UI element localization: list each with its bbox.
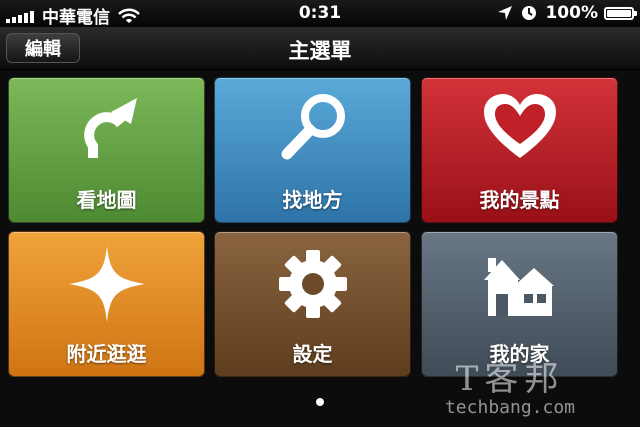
gear-icon	[215, 246, 410, 318]
tile-view-map[interactable]: 看地圖	[8, 77, 205, 223]
tile-settings[interactable]: 設定	[214, 231, 411, 377]
nav-bar: 編輯 主選單	[0, 27, 640, 70]
tile-label: 設定	[292, 342, 333, 366]
battery-fill	[607, 9, 631, 17]
compass-star-icon	[9, 246, 204, 322]
tile-label: 看地圖	[76, 188, 137, 212]
battery-icon	[604, 6, 637, 20]
status-bar: 中華電信 0:31 100%	[0, 0, 640, 28]
location-arrow-icon	[498, 6, 513, 20]
house-icon	[422, 246, 617, 318]
page-indicator-dot	[316, 398, 324, 406]
battery-percent: 100%	[545, 3, 598, 23]
tile-my-places[interactable]: 我的景點	[421, 77, 618, 223]
heart-icon	[422, 92, 617, 164]
tile-my-home[interactable]: 我的家	[421, 231, 618, 377]
tile-label: 找地方	[282, 188, 343, 212]
magnifier-icon	[215, 92, 410, 164]
tile-label: 附近逛逛	[66, 342, 147, 366]
tile-nearby[interactable]: 附近逛逛	[8, 231, 205, 377]
tile-label: 我的景點	[479, 188, 560, 212]
status-right: 100%	[497, 3, 637, 23]
page-title: 主選單	[288, 39, 352, 63]
watermark: T客邦 techbang.com	[410, 360, 610, 418]
watermark-english: techbang.com	[444, 397, 576, 418]
route-arrow-icon	[9, 92, 204, 164]
clock-icon	[522, 6, 537, 20]
watermark-chinese: T客邦	[455, 359, 565, 399]
tile-find-place[interactable]: 找地方	[214, 77, 411, 223]
